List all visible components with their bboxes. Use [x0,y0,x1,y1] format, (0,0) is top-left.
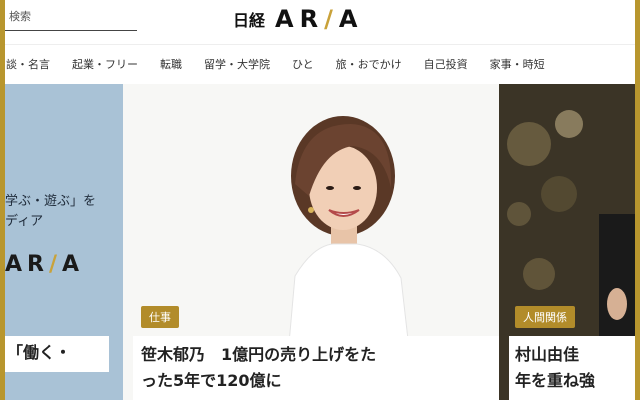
nav-item-career-change[interactable]: 転職 [160,56,182,72]
card-left-title[interactable]: 「働く・ [5,336,109,372]
card-left-copy: 学ぶ・遊ぶ」を ディア [5,192,96,232]
nav-item-people[interactable]: ひと [292,56,314,72]
article-title[interactable]: 笹木郁乃 1億円の売り上げをた った5年で120億に [133,336,499,400]
carousel-card-center[interactable]: 仕事 笹木郁乃 1億円の売り上げをた った5年で120億に [123,84,499,400]
article-title[interactable]: 村山由佳 年を重ね強 [509,336,635,400]
nav-item-housework[interactable]: 家事・時短 [490,56,545,72]
card-left-copy-line1: 学ぶ・遊ぶ」を [5,194,97,209]
article-title-line2: った5年で120億に [141,371,282,390]
search-label: 検索 [9,10,31,23]
article-title-line1: 村山由佳 [515,345,596,364]
category-badge[interactable]: 人間関係 [515,306,575,328]
hero-carousel: 学ぶ・遊ぶ」を ディア AR/A 「働く・ 仕事 笹木郁乃 1億円の売り上げをた… [5,84,635,400]
logo-nikkei-text: 日経 [233,11,266,30]
article-title-line2: 年を重ね強 [515,371,596,390]
article-title-line1: 笹木郁乃 1億円の売り上げをた [141,345,377,364]
logo-aria-text: AR/A [275,5,364,33]
nav-item-quotes[interactable]: 談・名言 [6,56,50,72]
portrait-photo [286,116,412,366]
frame-right-accent [635,0,640,400]
nav-item-study-abroad[interactable]: 留学・大学院 [204,56,270,72]
nav-item-startup[interactable]: 起業・フリー [72,56,138,72]
nav-item-travel[interactable]: 旅・おでかけ [336,56,402,72]
carousel-card-right[interactable]: 人間関係 村山由佳 年を重ね強 [499,84,635,400]
nav-item-self-investment[interactable]: 自己投資 [424,56,468,72]
site-header: 検索 日経 AR/A [5,0,635,44]
category-badge[interactable]: 仕事 [141,306,179,328]
search-underline [5,30,137,31]
card-left-aria-logo: AR/A [5,252,85,277]
search-input[interactable]: 検索 [5,4,137,31]
carousel-card-left[interactable]: 学ぶ・遊ぶ」を ディア AR/A 「働く・ [5,84,123,400]
category-nav: 談・名言 起業・フリー 転職 留学・大学院 ひと 旅・おでかけ 自己投資 家事・… [5,44,635,83]
site-logo[interactable]: 日経 AR/A [233,2,363,36]
card-left-copy-line2: ディア [5,214,44,229]
